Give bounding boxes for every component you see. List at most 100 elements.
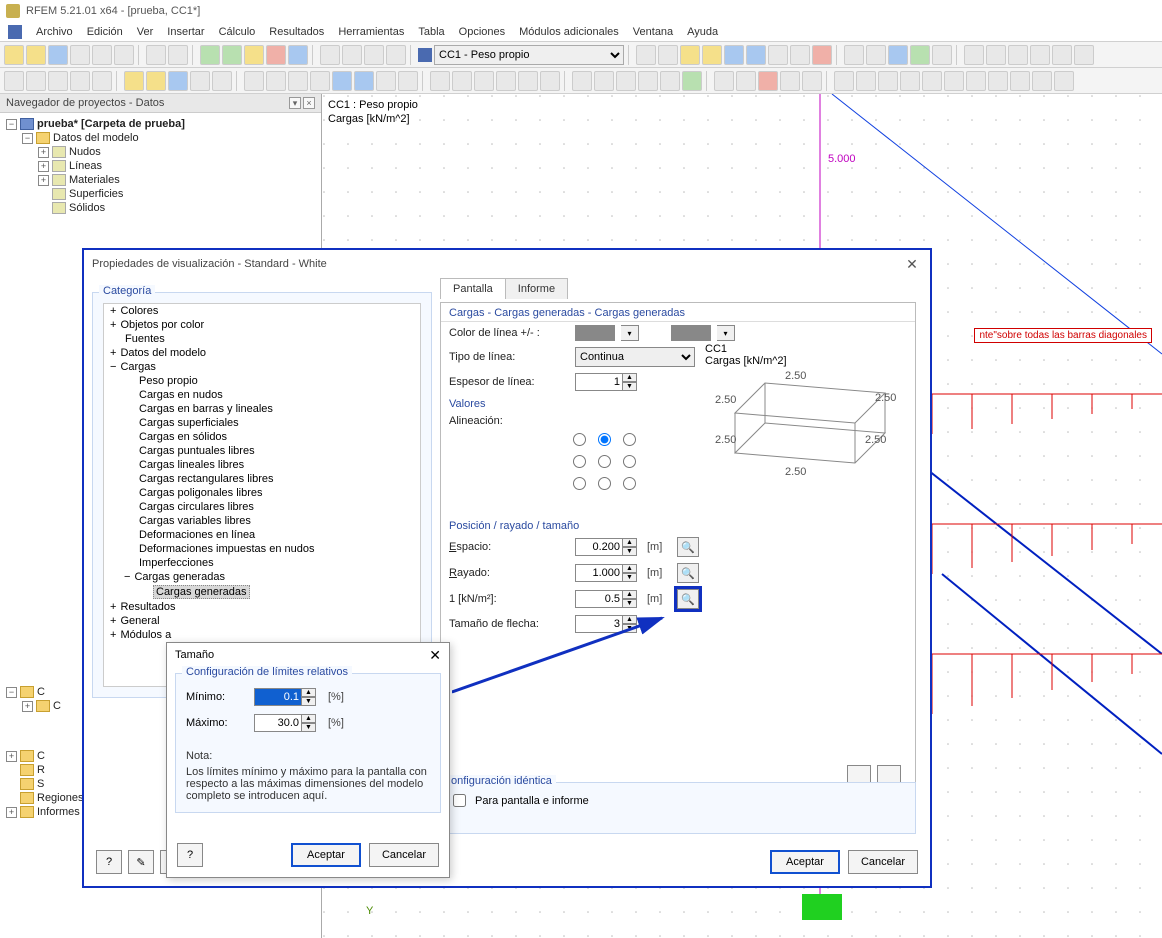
t2-44[interactable] [1010,71,1030,91]
t2-26[interactable] [594,71,614,91]
tb-nav9[interactable] [812,45,832,65]
cat-item[interactable]: Cargas lineales libres [139,459,244,471]
tree-materiales[interactable]: Materiales [69,174,120,186]
menu-resultados[interactable]: Resultados [263,24,330,40]
cat-colores[interactable]: Colores [120,305,158,317]
cat-item[interactable]: Imperfecciones [139,557,214,569]
tb-nav8[interactable] [790,45,810,65]
t2-3[interactable] [48,71,68,91]
tb-nav6[interactable] [746,45,766,65]
tb-x3[interactable] [888,45,908,65]
cancel-button[interactable]: Cancelar [369,843,439,867]
t2-20[interactable] [452,71,472,91]
t2-29[interactable] [660,71,680,91]
menu-ayuda[interactable]: Ayuda [681,24,724,40]
cat-item[interactable]: Cargas en nudos [139,389,223,401]
tree-informes[interactable]: Informes [37,806,80,818]
tb-x4[interactable] [910,45,930,65]
tb-nav4[interactable] [702,45,722,65]
espacio-input[interactable]: ▲▼ [575,538,637,556]
align-r2[interactable] [598,433,613,449]
t2-22[interactable] [496,71,516,91]
tb-open[interactable] [26,45,46,65]
cat-item[interactable]: Cargas superficiales [139,417,239,429]
flecha-input[interactable]: ▲▼ [575,615,637,633]
expand-icon[interactable]: − [6,119,17,130]
expand-icon[interactable]: + [6,751,17,762]
expand-icon[interactable]: + [6,807,17,818]
loadcase-combo[interactable]: CC1 - Peso propio [434,45,624,65]
tb-nav1[interactable] [636,45,656,65]
tb-save[interactable] [48,45,68,65]
tb-b1[interactable] [288,45,308,65]
menu-insertar[interactable]: Insertar [161,24,210,40]
expand-icon[interactable]: − [6,687,17,698]
knm-input[interactable]: ▲▼ [575,590,637,608]
t2-30[interactable] [682,71,702,91]
tb-t1[interactable] [320,45,340,65]
t2-12[interactable] [266,71,286,91]
expand-icon[interactable]: + [38,175,49,186]
min-input[interactable]: ▲▼ [254,688,316,706]
tree-superficies[interactable]: Superficies [69,188,123,200]
tree-solidos[interactable]: Sólidos [69,202,105,214]
cat-objetos[interactable]: Objetos por color [120,319,204,331]
rayado-input[interactable]: ▲▼ [575,564,637,582]
tb-g2[interactable] [222,45,242,65]
t2-41[interactable] [944,71,964,91]
tb-m5[interactable] [1052,45,1072,65]
t2-9[interactable] [190,71,210,91]
cat-item[interactable]: Deformaciones impuestas en nudos [139,543,314,555]
tree-item[interactable]: C [37,750,45,762]
tb-g1[interactable] [200,45,220,65]
tb-nav5[interactable] [724,45,744,65]
menu-opciones[interactable]: Opciones [453,24,511,40]
tb-m1[interactable] [964,45,984,65]
menu-ver[interactable]: Ver [131,24,160,40]
nav-pin-icon[interactable]: ▾ [289,97,301,109]
color-plus[interactable] [575,325,615,341]
tree-item[interactable]: S [37,778,44,790]
tb-print[interactable] [70,45,90,65]
thickness-input[interactable]: ▲▼ [575,373,637,391]
cat-item[interactable]: Cargas puntuales libres [139,445,255,457]
tb-5[interactable] [92,45,112,65]
menu-archivo[interactable]: Archivo [30,24,79,40]
t2-31[interactable] [714,71,734,91]
menu-edicion[interactable]: Edición [81,24,129,40]
t2-15[interactable] [332,71,352,91]
tb-redo[interactable] [168,45,188,65]
linetype-select[interactable]: Continua [575,347,695,367]
cat-cargas[interactable]: Cargas [120,361,155,373]
cat-cargas-gen-sel[interactable]: Cargas generadas [153,585,250,599]
color-minus-dd[interactable]: ▾ [717,325,735,341]
cat-datosmodelo[interactable]: Datos del modelo [120,347,206,359]
t2-36[interactable] [834,71,854,91]
tb-undo[interactable] [146,45,166,65]
ident-checkbox[interactable] [453,794,466,807]
color-minus[interactable] [671,325,711,341]
tb-new[interactable] [4,45,24,65]
accept-button[interactable]: Aceptar [291,843,361,867]
cat-modulos[interactable]: Módulos a [120,629,171,641]
align-r9[interactable] [623,477,638,493]
cancel-button[interactable]: Cancelar [848,850,918,874]
t2-34[interactable] [780,71,800,91]
t2-37[interactable] [856,71,876,91]
tree-item[interactable]: C [53,700,61,712]
cat-item[interactable]: Peso propio [139,375,198,387]
cat-item[interactable]: Cargas rectangulares libres [139,473,274,485]
t2-27[interactable] [616,71,636,91]
cat-fuentes[interactable]: Fuentes [125,333,165,345]
dialog-titlebar[interactable]: Propiedades de visualización - Standard … [84,250,930,278]
cat-item[interactable]: Cargas en barras y lineales [139,403,273,415]
t2-18[interactable] [398,71,418,91]
max-input[interactable]: ▲▼ [254,714,316,732]
tree-item[interactable]: R [37,764,45,776]
tree-nudos[interactable]: Nudos [69,146,101,158]
menu-modulos[interactable]: Módulos adicionales [513,24,625,40]
expand-icon[interactable]: + [38,147,49,158]
cat-item[interactable]: Cargas circulares libres [139,501,254,513]
t2-6[interactable] [124,71,144,91]
tb-m2[interactable] [986,45,1006,65]
